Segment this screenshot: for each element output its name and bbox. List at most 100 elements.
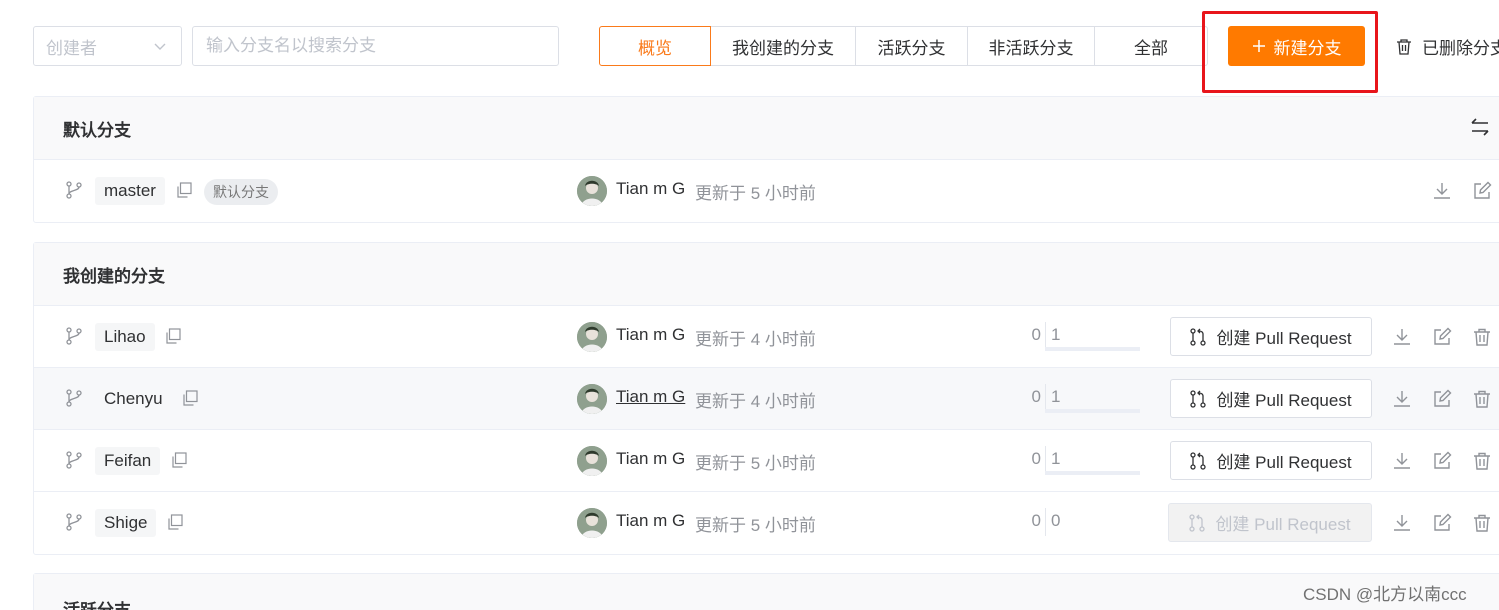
divider: [1045, 508, 1046, 536]
edit-icon[interactable]: [1432, 451, 1452, 471]
branch-name[interactable]: Chenyu: [95, 385, 172, 413]
tab-overview-label: 概览: [638, 38, 672, 58]
copy-icon[interactable]: [171, 452, 187, 468]
creator-select[interactable]: 创建者: [33, 26, 182, 66]
updated-time: 更新于 4 小时前: [695, 392, 816, 411]
divider: [1045, 322, 1046, 350]
commits-behind: 0: [1051, 511, 1061, 530]
branch-icon: [66, 389, 82, 407]
author-name[interactable]: Tian m G: [616, 449, 685, 469]
download-icon[interactable]: [1392, 327, 1412, 347]
edit-icon[interactable]: [1432, 513, 1452, 533]
branch-search-input[interactable]: [192, 26, 559, 66]
branch-filter-tabs: 概览 我创建的分支 活跃分支 非活跃分支 全部: [599, 26, 1208, 66]
commits-behind: 1: [1051, 449, 1061, 468]
avatar: [577, 384, 607, 414]
divergence-bar: [1045, 347, 1140, 351]
branch-name[interactable]: master: [95, 177, 165, 205]
section-title: 默认分支: [63, 120, 131, 140]
tab-my-branches-label: 我创建的分支: [732, 38, 834, 58]
delete-icon[interactable]: [1472, 327, 1492, 347]
branch-row: Lihao Tian m G 更新于 4 小时前 0 1 创建 Pull Req…: [34, 306, 1499, 368]
branch-icon: [66, 327, 82, 345]
branch-row: Shige Tian m G 更新于 5 小时前 0 0 创建 Pull Req…: [34, 492, 1499, 554]
divider: [1045, 384, 1046, 412]
author-name[interactable]: Tian m G: [616, 511, 685, 531]
creator-select-placeholder: 创建者: [46, 38, 97, 58]
new-branch-button[interactable]: 新建分支: [1228, 26, 1365, 66]
copy-icon[interactable]: [167, 514, 183, 530]
branch-row: master 默认分支 Tian m G 更新于 5 小时前: [34, 160, 1499, 222]
chevron-down-icon: [154, 43, 166, 50]
delete-icon[interactable]: [1472, 451, 1492, 471]
section-header: 默认分支: [34, 97, 1499, 160]
branch-icon: [66, 451, 82, 469]
download-icon[interactable]: [1392, 513, 1412, 533]
branch-row: Feifan Tian m G 更新于 5 小时前 0 1 创建 Pull Re…: [34, 430, 1499, 492]
section-active-branches: 活跃分支: [33, 573, 1499, 610]
edit-icon[interactable]: [1432, 327, 1452, 347]
delete-icon[interactable]: [1472, 513, 1492, 533]
download-icon[interactable]: [1392, 389, 1412, 409]
create-pull-request-label: 创建 Pull Request: [1216, 391, 1352, 410]
branch-name[interactable]: Shige: [95, 509, 157, 537]
commits-ahead: 0: [1031, 387, 1041, 406]
branch-icon: [66, 181, 82, 199]
plus-icon: [1252, 40, 1265, 52]
divider: [1045, 446, 1046, 474]
watermark: CSDN @北方以南ccc: [1303, 585, 1467, 604]
commits-ahead: 0: [1031, 511, 1041, 530]
commits-behind: 1: [1051, 387, 1061, 406]
default-branch-badge: 默认分支: [204, 179, 278, 205]
author-name[interactable]: Tian m G: [616, 325, 685, 345]
edit-icon[interactable]: [1432, 389, 1452, 409]
avatar: [577, 322, 607, 352]
pull-request-icon: [1190, 389, 1207, 408]
delete-icon[interactable]: [1472, 389, 1492, 409]
tab-my-branches[interactable]: 我创建的分支: [710, 26, 856, 66]
edit-icon[interactable]: [1472, 181, 1492, 201]
tab-active-branches-label: 活跃分支: [877, 38, 946, 58]
download-icon[interactable]: [1432, 181, 1452, 201]
section-header: 活跃分支: [34, 574, 1499, 610]
tab-inactive-branches-label: 非活跃分支: [988, 38, 1074, 58]
branch-icon: [66, 513, 82, 531]
copy-icon[interactable]: [165, 328, 181, 344]
updated-time: 更新于 5 小时前: [695, 184, 816, 203]
section-my-branches: 我创建的分支 Lihao Tian m G 更新于 4 小时前 0 1 创建 P…: [33, 242, 1499, 555]
avatar: [577, 176, 607, 206]
author-name[interactable]: Tian m G: [616, 179, 685, 199]
copy-icon[interactable]: [176, 182, 192, 198]
section-title: 我创建的分支: [63, 266, 165, 286]
section-title: 活跃分支: [63, 596, 131, 610]
new-branch-label: 新建分支: [1273, 38, 1342, 58]
pull-request-icon: [1190, 451, 1207, 470]
create-pull-request-label: 创建 Pull Request: [1216, 329, 1352, 348]
author-name[interactable]: Tian m G: [616, 387, 685, 407]
branch-name[interactable]: Feifan: [95, 447, 161, 475]
tab-overview[interactable]: 概览: [599, 26, 711, 66]
create-pull-request-button[interactable]: 创建 Pull Request: [1170, 317, 1372, 356]
download-icon[interactable]: [1392, 451, 1412, 471]
create-pull-request-label: 创建 Pull Request: [1216, 453, 1352, 472]
pull-request-icon: [1189, 513, 1206, 532]
copy-icon[interactable]: [182, 390, 198, 406]
section-header: 我创建的分支: [34, 243, 1499, 306]
updated-time: 更新于 5 小时前: [695, 516, 816, 535]
create-pull-request-label: 创建 Pull Request: [1215, 515, 1351, 534]
deleted-branches-button[interactable]: 已删除分支: [1396, 26, 1499, 66]
tab-inactive-branches[interactable]: 非活跃分支: [967, 26, 1095, 66]
branch-row: Chenyu Tian m G 更新于 4 小时前 0 1 创建 Pull Re…: [34, 368, 1499, 430]
commits-behind: 1: [1051, 325, 1061, 344]
commits-ahead: 0: [1031, 325, 1041, 344]
create-pull-request-button[interactable]: 创建 Pull Request: [1170, 441, 1372, 480]
tab-all[interactable]: 全部: [1094, 26, 1208, 66]
create-pull-request-button[interactable]: 创建 Pull Request: [1168, 503, 1372, 542]
divergence-bar: [1045, 471, 1140, 475]
pull-request-icon: [1190, 327, 1207, 346]
branch-name[interactable]: Lihao: [95, 323, 155, 351]
tab-active-branches[interactable]: 活跃分支: [855, 26, 968, 66]
swap-icon[interactable]: [1470, 117, 1490, 137]
avatar: [577, 446, 607, 476]
create-pull-request-button[interactable]: 创建 Pull Request: [1170, 379, 1372, 418]
